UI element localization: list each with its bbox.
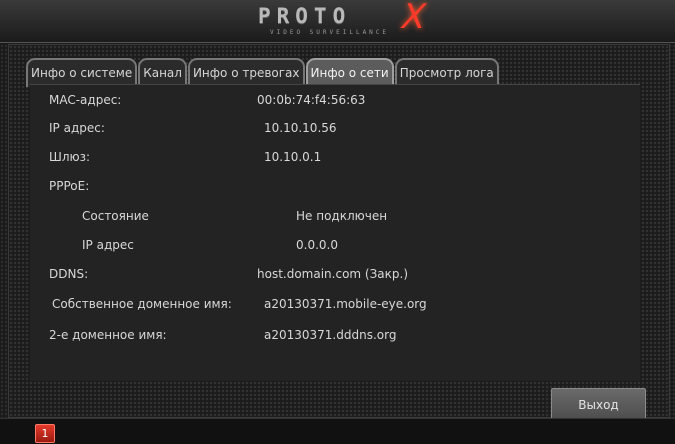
second-domain-label: 2-е доменное имя: — [49, 328, 167, 342]
tab-system-info[interactable]: Инфо о системе — [26, 58, 138, 87]
tab-channel[interactable]: Канал — [138, 58, 187, 87]
pppoe-state-value: Не подключен — [296, 209, 388, 223]
pppoe-label: PPPoE: — [49, 179, 90, 193]
tab-alarm-info[interactable]: Инфо о тревогах — [187, 58, 305, 87]
second-domain-value: a20130371.dddns.org — [264, 328, 397, 342]
own-domain-value: a20130371.mobile-eye.org — [264, 297, 427, 311]
ddns-label: DDNS: — [49, 267, 89, 281]
proto-x-logo: PROTO X VIDEO SURVEILLANCE — [252, 0, 452, 38]
ip-value: 10.10.10.56 — [264, 121, 337, 135]
ddns-value: host.domain.com (Закр.) — [257, 267, 409, 281]
gateway-label: Шлюз: — [49, 150, 91, 164]
logo-x-mark: X — [397, 0, 431, 37]
tab-log-view[interactable]: Просмотр лога — [394, 58, 499, 87]
ip-label: IP адрес: — [49, 121, 105, 135]
gateway-value: 10.10.0.1 — [264, 150, 322, 164]
alert-badge[interactable]: 1 — [35, 424, 55, 443]
status-bar — [0, 418, 675, 444]
tab-network-info[interactable]: Инфо о сети — [305, 58, 394, 87]
pppoe-state-label: Состояние — [82, 209, 149, 223]
pppoe-ip-value: 0.0.0.0 — [296, 238, 338, 252]
mac-label: MAC-адрес: — [49, 93, 122, 107]
own-domain-label: Собственное доменное имя: — [52, 297, 232, 311]
exit-button[interactable]: Выход — [551, 388, 646, 422]
mac-value: 00:0b:74:f4:56:63 — [257, 93, 366, 107]
header-bar: PROTO X VIDEO SURVEILLANCE — [0, 0, 675, 43]
pppoe-ip-label: IP адрес — [82, 238, 134, 252]
tab-bar: Инфо о системе Канал Инфо о тревогах Инф… — [26, 55, 499, 87]
logo-wordmark: PROTO — [258, 4, 352, 28]
logo-tagline: VIDEO SURVEILLANCE — [270, 29, 390, 36]
